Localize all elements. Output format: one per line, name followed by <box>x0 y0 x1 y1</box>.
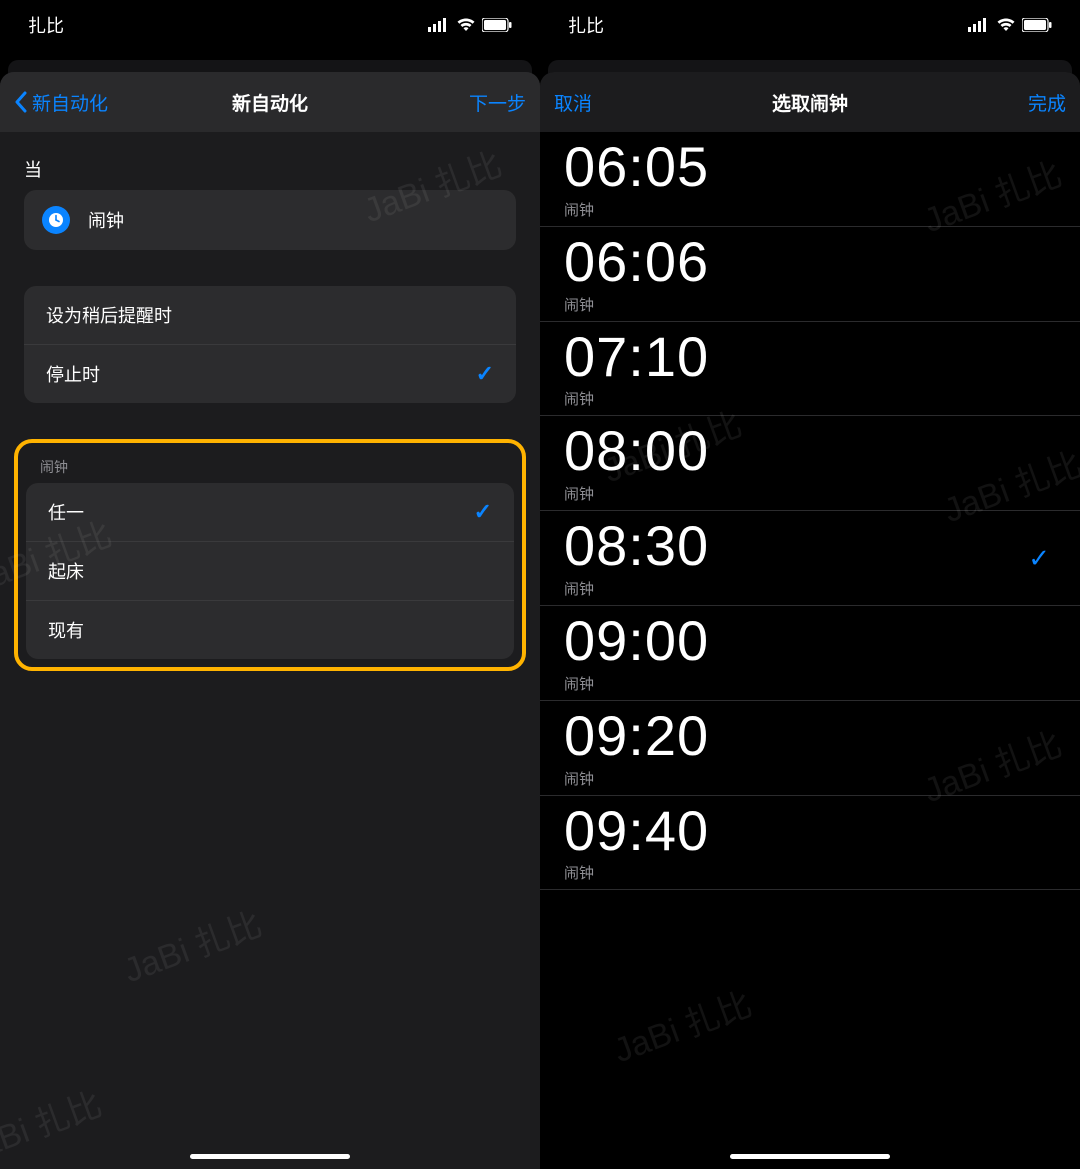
alarm-time: 08:30 <box>564 517 709 576</box>
alarm-group-header: 闹钟 <box>26 451 514 483</box>
wifi-icon <box>456 18 476 32</box>
nav-cancel-button[interactable]: 取消 <box>554 89 674 116</box>
nav-next-button[interactable]: 下一步 <box>406 89 526 116</box>
alarm-subtitle: 闹钟 <box>564 673 709 694</box>
alarm-card-label: 闹钟 <box>88 207 124 233</box>
nav-bar: 取消 选取闹钟 完成 <box>540 72 1080 132</box>
cellular-signal-icon <box>968 18 990 32</box>
battery-icon <box>482 18 512 32</box>
alarm-option-label: 任一 <box>48 499 84 525</box>
home-indicator[interactable] <box>190 1154 350 1159</box>
alarm-option-label: 现有 <box>48 617 84 643</box>
checkmark-icon: ✓ <box>1028 543 1056 574</box>
alarm-row[interactable]: 06:05 闹钟 <box>540 132 1080 227</box>
alarm-subtitle: 闹钟 <box>564 768 709 789</box>
alarm-trigger-card[interactable]: 闹钟 <box>24 190 516 250</box>
section-when-label: 当 <box>0 132 540 190</box>
status-right <box>428 18 512 32</box>
alarm-time: 06:05 <box>564 138 709 197</box>
alarm-subtitle: 闹钟 <box>564 483 709 504</box>
status-right <box>968 18 1052 32</box>
select-alarm-sheet: 取消 选取闹钟 完成 06:05 闹钟 06:06 闹钟 07:10 <box>540 72 1080 1169</box>
alarm-time: 09:40 <box>564 802 709 861</box>
alarm-time: 07:10 <box>564 328 709 387</box>
alarm-option-any[interactable]: 任一 ✓ <box>26 483 514 541</box>
nav-back-label: 新自动化 <box>32 89 108 116</box>
clock-icon <box>42 206 70 234</box>
alarm-list[interactable]: 06:05 闹钟 06:06 闹钟 07:10 闹钟 08:00 闹 <box>540 132 1080 1169</box>
alarm-row[interactable]: 06:06 闹钟 <box>540 227 1080 322</box>
status-carrier: 扎比 <box>568 12 604 38</box>
chevron-left-icon <box>14 91 28 113</box>
trigger-timing-list: 设为稍后提醒时 停止时 ✓ <box>24 286 516 403</box>
alarm-option-existing[interactable]: 现有 <box>26 600 514 659</box>
status-bar: 扎比 <box>0 0 540 50</box>
status-carrier: 扎比 <box>28 12 64 38</box>
trigger-option-stopped[interactable]: 停止时 ✓ <box>24 344 516 403</box>
nav-title: 新自动化 <box>232 89 308 116</box>
sheet-content: 当 闹钟 设为稍后提醒时 停止时 ✓ 闹钟 <box>0 132 540 1169</box>
alarm-subtitle: 闹钟 <box>564 294 709 315</box>
nav-done-button[interactable]: 完成 <box>946 89 1066 116</box>
alarm-subtitle: 闹钟 <box>564 862 709 883</box>
alarm-row[interactable]: 07:10 闹钟 <box>540 322 1080 417</box>
alarm-time: 09:20 <box>564 707 709 766</box>
cellular-signal-icon <box>428 18 450 32</box>
home-indicator[interactable] <box>730 1154 890 1159</box>
trigger-option-label: 停止时 <box>46 361 100 387</box>
nav-cancel-label: 取消 <box>554 89 592 116</box>
alarm-time: 06:06 <box>564 233 709 292</box>
alarm-option-wakeup[interactable]: 起床 <box>26 541 514 600</box>
alarm-row[interactable]: 09:20 闹钟 <box>540 701 1080 796</box>
checkmark-icon: ✓ <box>474 499 492 525</box>
phone-left-automation: 扎比 新自动化 新自动化 下一步 当 <box>0 0 540 1169</box>
status-bar: 扎比 <box>540 0 1080 50</box>
wifi-icon <box>996 18 1016 32</box>
alarm-row[interactable]: 09:00 闹钟 <box>540 606 1080 701</box>
highlight-box: 闹钟 任一 ✓ 起床 现有 <box>14 439 526 671</box>
battery-icon <box>1022 18 1052 32</box>
alarm-scope-list: 任一 ✓ 起床 现有 <box>26 483 514 659</box>
nav-title: 选取闹钟 <box>772 89 848 116</box>
trigger-option-snoozed[interactable]: 设为稍后提醒时 <box>24 286 516 344</box>
alarm-row[interactable]: 08:00 闹钟 <box>540 416 1080 511</box>
alarm-time: 09:00 <box>564 612 709 671</box>
nav-back-button[interactable]: 新自动化 <box>14 89 134 116</box>
alarm-subtitle: 闹钟 <box>564 578 709 599</box>
automation-sheet: 新自动化 新自动化 下一步 当 闹钟 设为稍后提醒时 停止时 ✓ <box>0 72 540 1169</box>
alarm-subtitle: 闹钟 <box>564 199 709 220</box>
alarm-row[interactable]: 08:30 闹钟 ✓ <box>540 511 1080 606</box>
alarm-subtitle: 闹钟 <box>564 388 709 409</box>
alarm-time: 08:00 <box>564 422 709 481</box>
alarm-row[interactable]: 09:40 闹钟 <box>540 796 1080 891</box>
nav-bar: 新自动化 新自动化 下一步 <box>0 72 540 132</box>
checkmark-icon: ✓ <box>476 361 494 387</box>
trigger-option-label: 设为稍后提醒时 <box>46 302 172 328</box>
alarm-option-label: 起床 <box>48 558 84 584</box>
phone-right-select-alarm: 扎比 取消 选取闹钟 完成 06:05 闹钟 <box>540 0 1080 1169</box>
